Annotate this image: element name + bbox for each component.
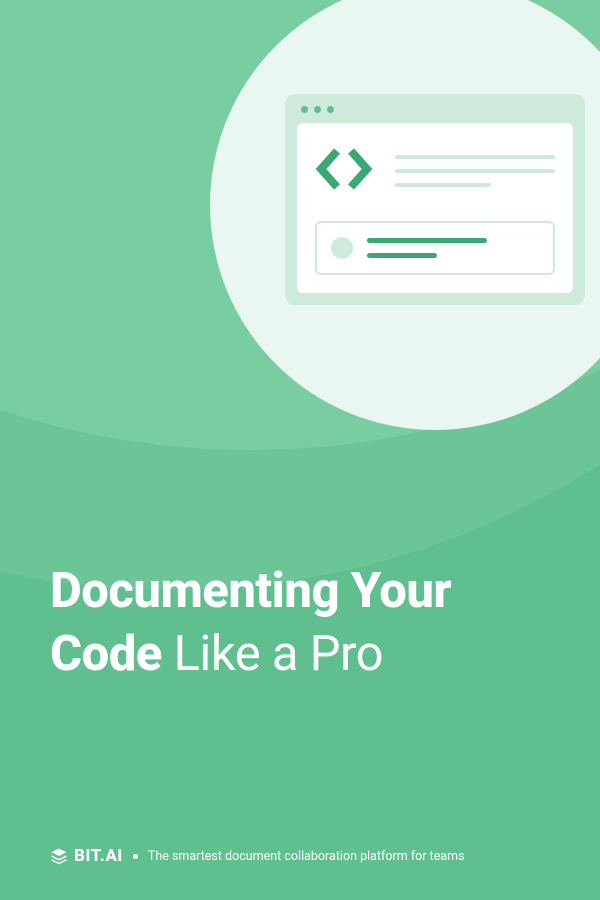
brand-logo: BIT.AI [50,846,123,866]
code-icon [315,145,373,193]
page-headline: Documenting Your Code Like a Pro [50,560,540,685]
separator-dot-icon [133,854,138,859]
content-block-icon [315,221,555,275]
stack-icon [50,847,68,865]
tagline: The smartest document collaboration plat… [148,849,465,864]
text-lines-icon [395,151,555,187]
brand-name: BIT.AI [74,846,123,866]
footer: BIT.AI The smartest document collaborati… [50,846,560,866]
app-window-illustration [285,94,585,305]
window-controls-icon [297,106,573,113]
headline-light: Like a Pro [162,625,383,682]
